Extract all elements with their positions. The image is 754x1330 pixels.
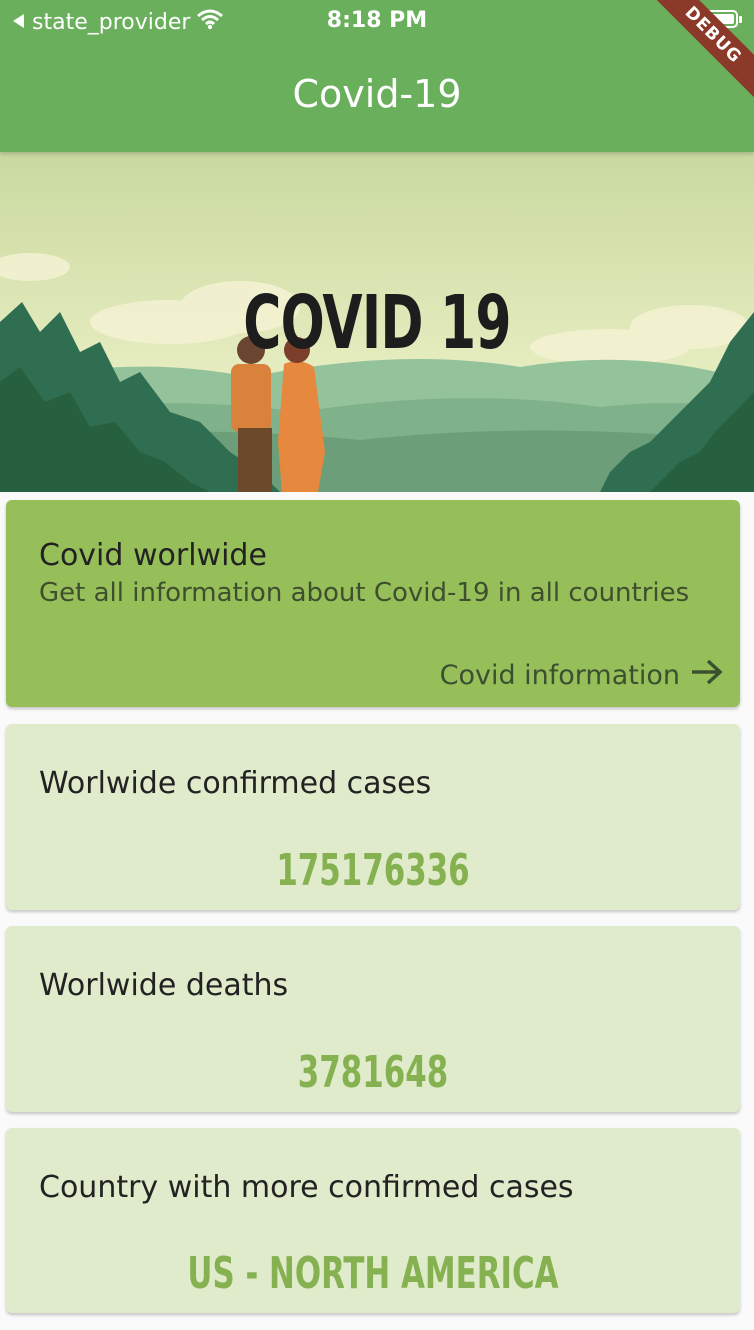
link-label: Covid information <box>439 660 680 691</box>
stat-label: Country with more confirmed cases <box>39 1170 574 1205</box>
deaths-card: Worlwide deaths 3781648 <box>6 926 740 1112</box>
stat-label: Worlwide confirmed cases <box>39 766 432 801</box>
covid-worldwide-card[interactable]: Covid worlwide Get all information about… <box>6 500 740 707</box>
arrow-right-icon <box>690 658 724 693</box>
card-subtitle: Get all information about Covid-19 in al… <box>39 578 690 608</box>
app-bar: state_provider 8:18 PM Covid-19 DEBUG <box>0 0 754 152</box>
hero-banner: COVID 19 <box>0 152 754 492</box>
top-country-card: Country with more confirmed cases US - N… <box>6 1128 740 1313</box>
page-title: Covid-19 <box>292 72 462 116</box>
stat-value: 3781648 <box>297 1047 449 1098</box>
status-time: 8:18 PM <box>326 8 428 33</box>
confirmed-cases-card: Worlwide confirmed cases 175176336 <box>6 724 740 910</box>
stat-value: 175176336 <box>276 845 470 896</box>
stat-label: Worlwide deaths <box>39 968 289 1003</box>
covid-information-link[interactable]: Covid information <box>440 658 724 693</box>
hero-title: COVID 19 <box>243 280 511 366</box>
card-title: Covid worlwide <box>39 538 267 573</box>
stat-value: US - NORTH AMERICA <box>187 1248 559 1299</box>
status-bar: state_provider 8:18 PM <box>0 8 754 36</box>
battery-cap <box>739 16 742 23</box>
